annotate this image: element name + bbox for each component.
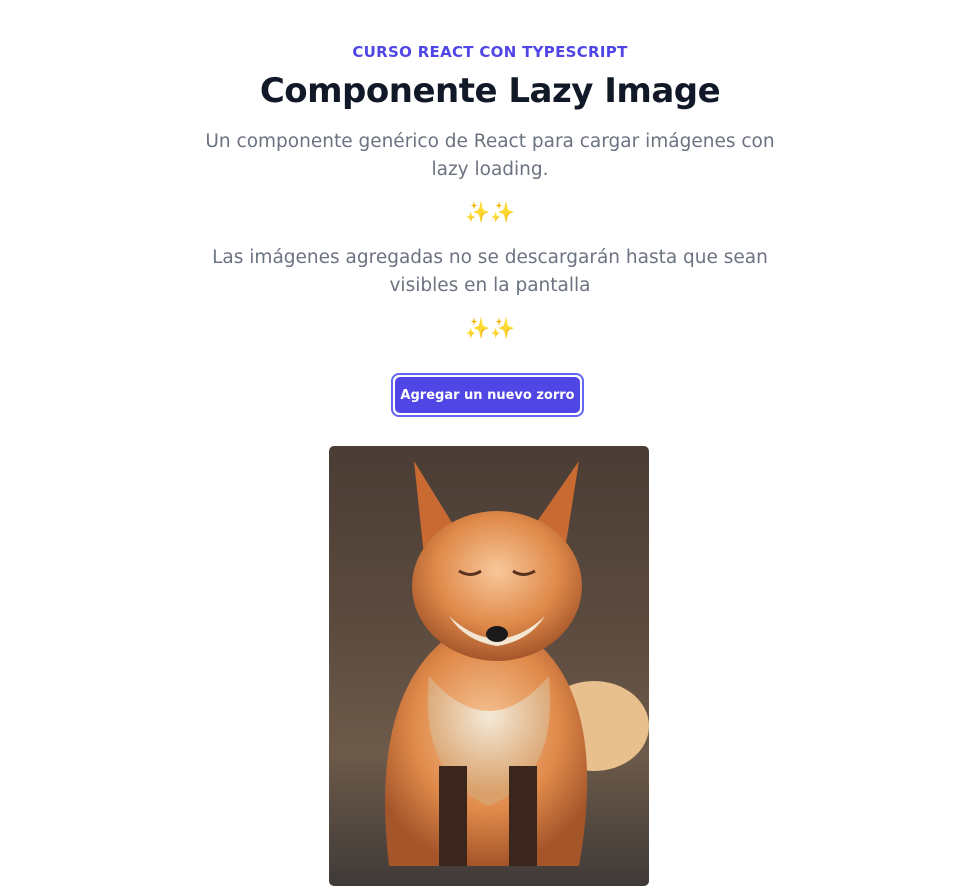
page-title: Componente Lazy Image	[259, 71, 721, 111]
fox-image	[329, 446, 649, 886]
fox-illustration	[385, 461, 649, 866]
add-fox-button[interactable]: Agregar un nuevo zorro	[395, 377, 580, 413]
page-description: Un componente genérico de React para car…	[205, 131, 775, 180]
lazy-note: Las imágenes agregadas no se descargarán…	[212, 247, 768, 296]
sparkles-icon: ✨✨	[465, 200, 515, 224]
add-fox-button-focus-ring: Agregar un nuevo zorro	[391, 373, 584, 417]
sparkles-icon: ✨✨	[465, 316, 515, 340]
course-label: CURSO REACT CON TYPESCRIPT	[352, 43, 628, 61]
